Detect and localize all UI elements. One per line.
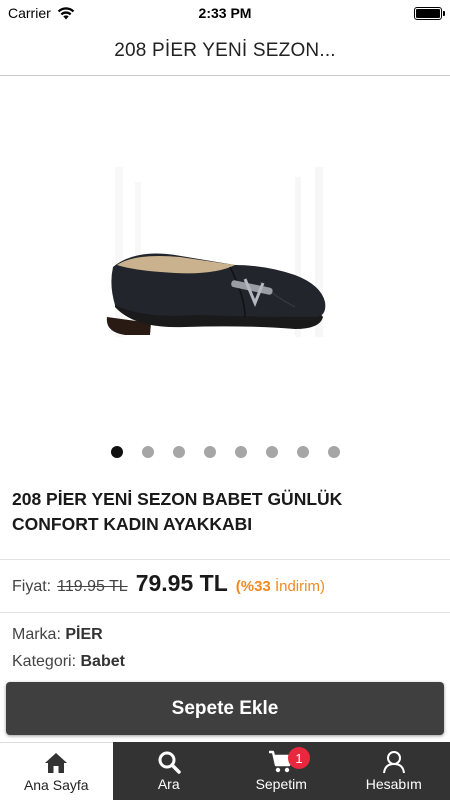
divider bbox=[0, 612, 450, 613]
category-label: Kategori: bbox=[12, 653, 77, 670]
page-title: 208 PİER YENİ SEZON... bbox=[114, 39, 336, 61]
pagination-dot[interactable] bbox=[172, 446, 185, 458]
tab-label: Ana Sayfa bbox=[23, 777, 89, 793]
tab-account[interactable]: Hesabım bbox=[337, 742, 450, 800]
category-value: Babet bbox=[80, 653, 125, 670]
shoe-image bbox=[106, 167, 326, 337]
pagination-dot[interactable] bbox=[203, 446, 216, 458]
brand-value: PİER bbox=[65, 626, 103, 643]
pagination-dot[interactable] bbox=[327, 446, 340, 458]
pagination-dot[interactable] bbox=[110, 446, 123, 458]
cart-badge: 1 bbox=[288, 747, 310, 769]
tab-bar: Ana Sayfa Ara 1 Sepetim Hesabım bbox=[0, 742, 450, 800]
tab-label: Sepetim bbox=[255, 776, 307, 792]
brand-label: Marka: bbox=[12, 626, 61, 643]
price-label: Fiyat: bbox=[12, 578, 52, 595]
tab-label: Ara bbox=[157, 776, 180, 792]
wifi-icon bbox=[57, 6, 74, 19]
brand-row: Marka: PİER bbox=[12, 626, 103, 644]
product-title: 208 PİER YENİ SEZON BABET GÜNLÜK CONFORT… bbox=[12, 489, 343, 534]
product-image-gallery[interactable] bbox=[0, 77, 450, 437]
category-row: Kategori: Babet bbox=[12, 653, 125, 671]
discount-badge: (%33 İndirim) bbox=[236, 578, 325, 595]
nav-header: 208 PİER YENİ SEZON... bbox=[0, 26, 450, 76]
status-bar: Carrier 2:33 PM bbox=[0, 0, 450, 26]
home-icon bbox=[44, 751, 68, 775]
price-row: Fiyat: 119.95 TL 79.95 TL (%33 İndirim) bbox=[12, 570, 325, 597]
discount-percent: (%33 bbox=[235, 578, 271, 595]
tab-home[interactable]: Ana Sayfa bbox=[0, 742, 113, 800]
new-price: 79.95 TL bbox=[135, 570, 228, 596]
search-icon bbox=[157, 750, 181, 774]
pagination-dot[interactable] bbox=[296, 446, 309, 458]
battery-icon bbox=[414, 6, 445, 20]
tab-search[interactable]: Ara bbox=[112, 742, 225, 800]
divider bbox=[0, 559, 450, 560]
pagination-dot[interactable] bbox=[234, 446, 247, 458]
discount-label: İndirim) bbox=[274, 578, 325, 595]
tab-cart[interactable]: 1 Sepetim bbox=[225, 742, 338, 800]
carrier-label: Carrier bbox=[8, 5, 51, 21]
old-price: 119.95 TL bbox=[57, 578, 128, 595]
add-to-cart-button[interactable]: Sepete Ekle bbox=[6, 682, 444, 735]
pagination-dot[interactable] bbox=[265, 446, 278, 458]
status-left: Carrier bbox=[8, 5, 75, 21]
gallery-pagination[interactable] bbox=[0, 446, 450, 458]
pagination-dot[interactable] bbox=[141, 446, 154, 458]
user-icon bbox=[382, 750, 406, 774]
tab-label: Hesabım bbox=[365, 776, 422, 792]
